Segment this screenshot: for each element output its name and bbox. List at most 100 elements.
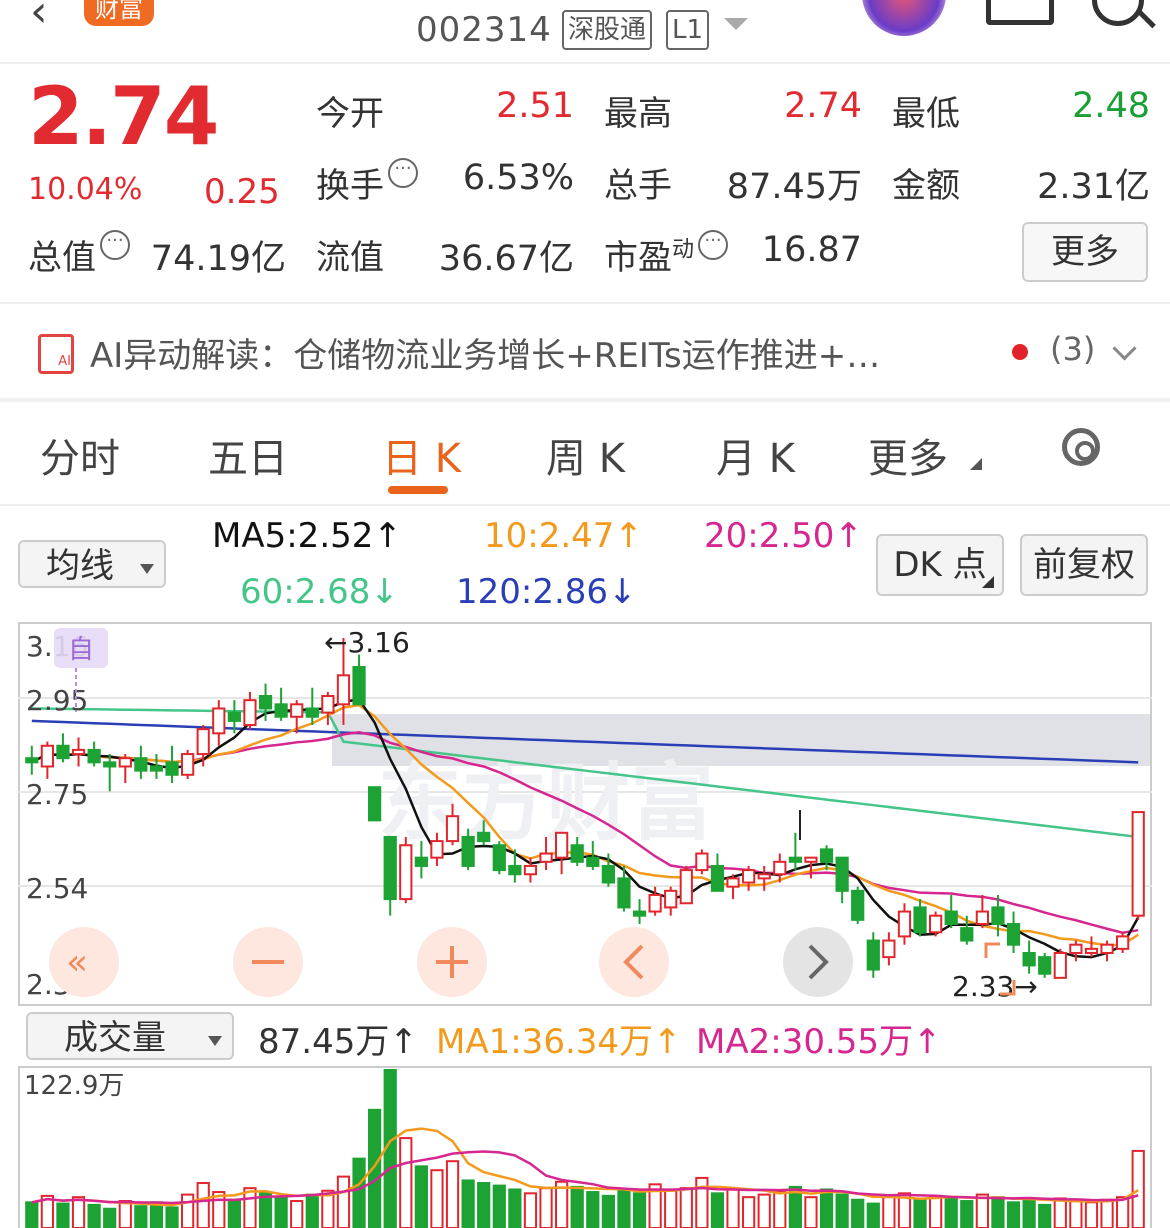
unread-dot: [1012, 344, 1028, 360]
candle: [336, 674, 351, 706]
candle: [695, 852, 709, 872]
volume-bar: [819, 1188, 834, 1228]
gear-icon[interactable]: [1062, 428, 1100, 466]
max-price-label: ←3.16: [324, 626, 410, 659]
volume-bar: [679, 1187, 693, 1228]
candle: [726, 877, 740, 888]
ma120-readout: 120:2.86↓: [456, 572, 637, 612]
ma60-readout: 60:2.68↓: [240, 572, 399, 612]
volume-bar: [726, 1188, 740, 1228]
stat-value: 87.45万: [726, 167, 862, 207]
volume-bar: [399, 1137, 413, 1228]
volume-bar: [508, 1188, 522, 1228]
candle: [913, 906, 927, 934]
volume-bar: [103, 1207, 117, 1228]
volume-bar: [492, 1184, 506, 1228]
volume-bar: [570, 1185, 584, 1228]
candle: [383, 835, 397, 901]
volume-ma1-readout: MA1:36.34万↑: [436, 1022, 682, 1062]
volume-bar: [258, 1192, 273, 1228]
double-chevron-left-icon: «: [66, 942, 88, 983]
volume-bar: [25, 1201, 39, 1228]
tab-five-day[interactable]: 五日: [208, 426, 288, 484]
candle: [897, 910, 912, 938]
scroll-right-button[interactable]: [783, 927, 853, 997]
brand-badge: 财富: [84, 0, 154, 26]
caret-down-icon: [208, 1036, 222, 1046]
scroll-left-button[interactable]: [599, 927, 669, 997]
stock-code: 002314: [416, 10, 552, 50]
tab-intraday[interactable]: 分时: [40, 426, 120, 484]
candle: [305, 707, 319, 718]
candle: [1100, 943, 1114, 954]
candle: [227, 711, 241, 722]
window-icon[interactable]: [986, 0, 1054, 25]
ai-insight-text[interactable]: AI异动解读：仓储物流业务增长+REITs运作推进+…: [90, 328, 880, 377]
volume-bar: [1100, 1198, 1114, 1228]
volume-bar: [430, 1169, 444, 1228]
ma-select[interactable]: 均线: [18, 540, 166, 588]
candle: [570, 844, 584, 863]
volume-bar: [290, 1200, 304, 1228]
chevron-down-icon[interactable]: [724, 18, 748, 30]
candle: [274, 703, 288, 718]
volume-bar: [913, 1198, 927, 1228]
volume-bar: [274, 1196, 288, 1228]
candle: [212, 707, 226, 735]
ai-insight-count: (3): [1050, 330, 1096, 368]
change-percent: 10.04%: [28, 172, 143, 207]
tab-daily-k[interactable]: 日 K: [382, 426, 461, 484]
candle: [196, 728, 210, 756]
more-button[interactable]: 更多: [1022, 222, 1148, 282]
candle: [399, 844, 413, 901]
candle: [56, 744, 70, 760]
tab-more[interactable]: 更多: [868, 426, 948, 484]
tab-monthly-k[interactable]: 月 K: [716, 426, 795, 484]
volume-bar: [742, 1196, 756, 1228]
volume-bar: [1131, 1149, 1145, 1228]
caret-down-icon: [140, 564, 154, 574]
tab-weekly-k[interactable]: 周 K: [546, 426, 625, 484]
volume-bar: [352, 1157, 366, 1228]
ma-select-label: 均线: [46, 546, 114, 586]
candle: [679, 869, 693, 905]
volume-chart[interactable]: 122.9万: [18, 1066, 1152, 1228]
candle: [1022, 951, 1036, 967]
min-price-label: 2.33→: [952, 970, 1038, 1003]
volume-bar: [835, 1193, 849, 1228]
dk-point-button[interactable]: DK 点: [876, 534, 1004, 596]
stat-label: 总手: [604, 166, 672, 206]
stat-label: 最低: [892, 94, 960, 134]
volume-bar: [960, 1200, 974, 1228]
adjust-forward-button[interactable]: 前复权: [1020, 534, 1148, 596]
candle: [477, 831, 491, 843]
candle: [87, 748, 101, 764]
candle: [103, 761, 117, 768]
ma5-readout: MA5:2.52↑: [212, 516, 402, 556]
stat-value: 74.19亿: [150, 239, 286, 279]
candle: [258, 695, 273, 710]
volume-bar: [523, 1192, 538, 1228]
y-tick: 2.54: [26, 872, 88, 905]
stat-value: 2.51: [496, 86, 574, 126]
volume-bar: [664, 1189, 678, 1228]
candle: [866, 939, 880, 971]
volume-bar: [414, 1165, 428, 1228]
back-arrow-icon[interactable]: ‹: [30, 0, 48, 37]
volume-select[interactable]: 成交量: [26, 1012, 234, 1060]
candle: [632, 910, 647, 917]
volume-ma2-readout: MA2:30.55万↑: [696, 1022, 942, 1062]
volume-bar: [149, 1201, 164, 1228]
volume-bar: [71, 1196, 86, 1228]
volume-select-label: 成交量: [64, 1018, 166, 1058]
candle: [882, 939, 896, 959]
volume-bar: [632, 1192, 647, 1228]
kline-chart[interactable]: 东方财富 3.16 2.95 2.75 2.54 2.33 自 ←3.16 2.…: [18, 622, 1152, 1006]
volume-bar: [165, 1206, 179, 1228]
stat-label: 流值: [316, 238, 384, 278]
candle: [523, 864, 538, 876]
chevron-down-icon[interactable]: [1112, 336, 1137, 361]
candle: [1131, 811, 1145, 917]
corner-triangle-icon: [970, 458, 982, 470]
candle: [134, 757, 148, 772]
